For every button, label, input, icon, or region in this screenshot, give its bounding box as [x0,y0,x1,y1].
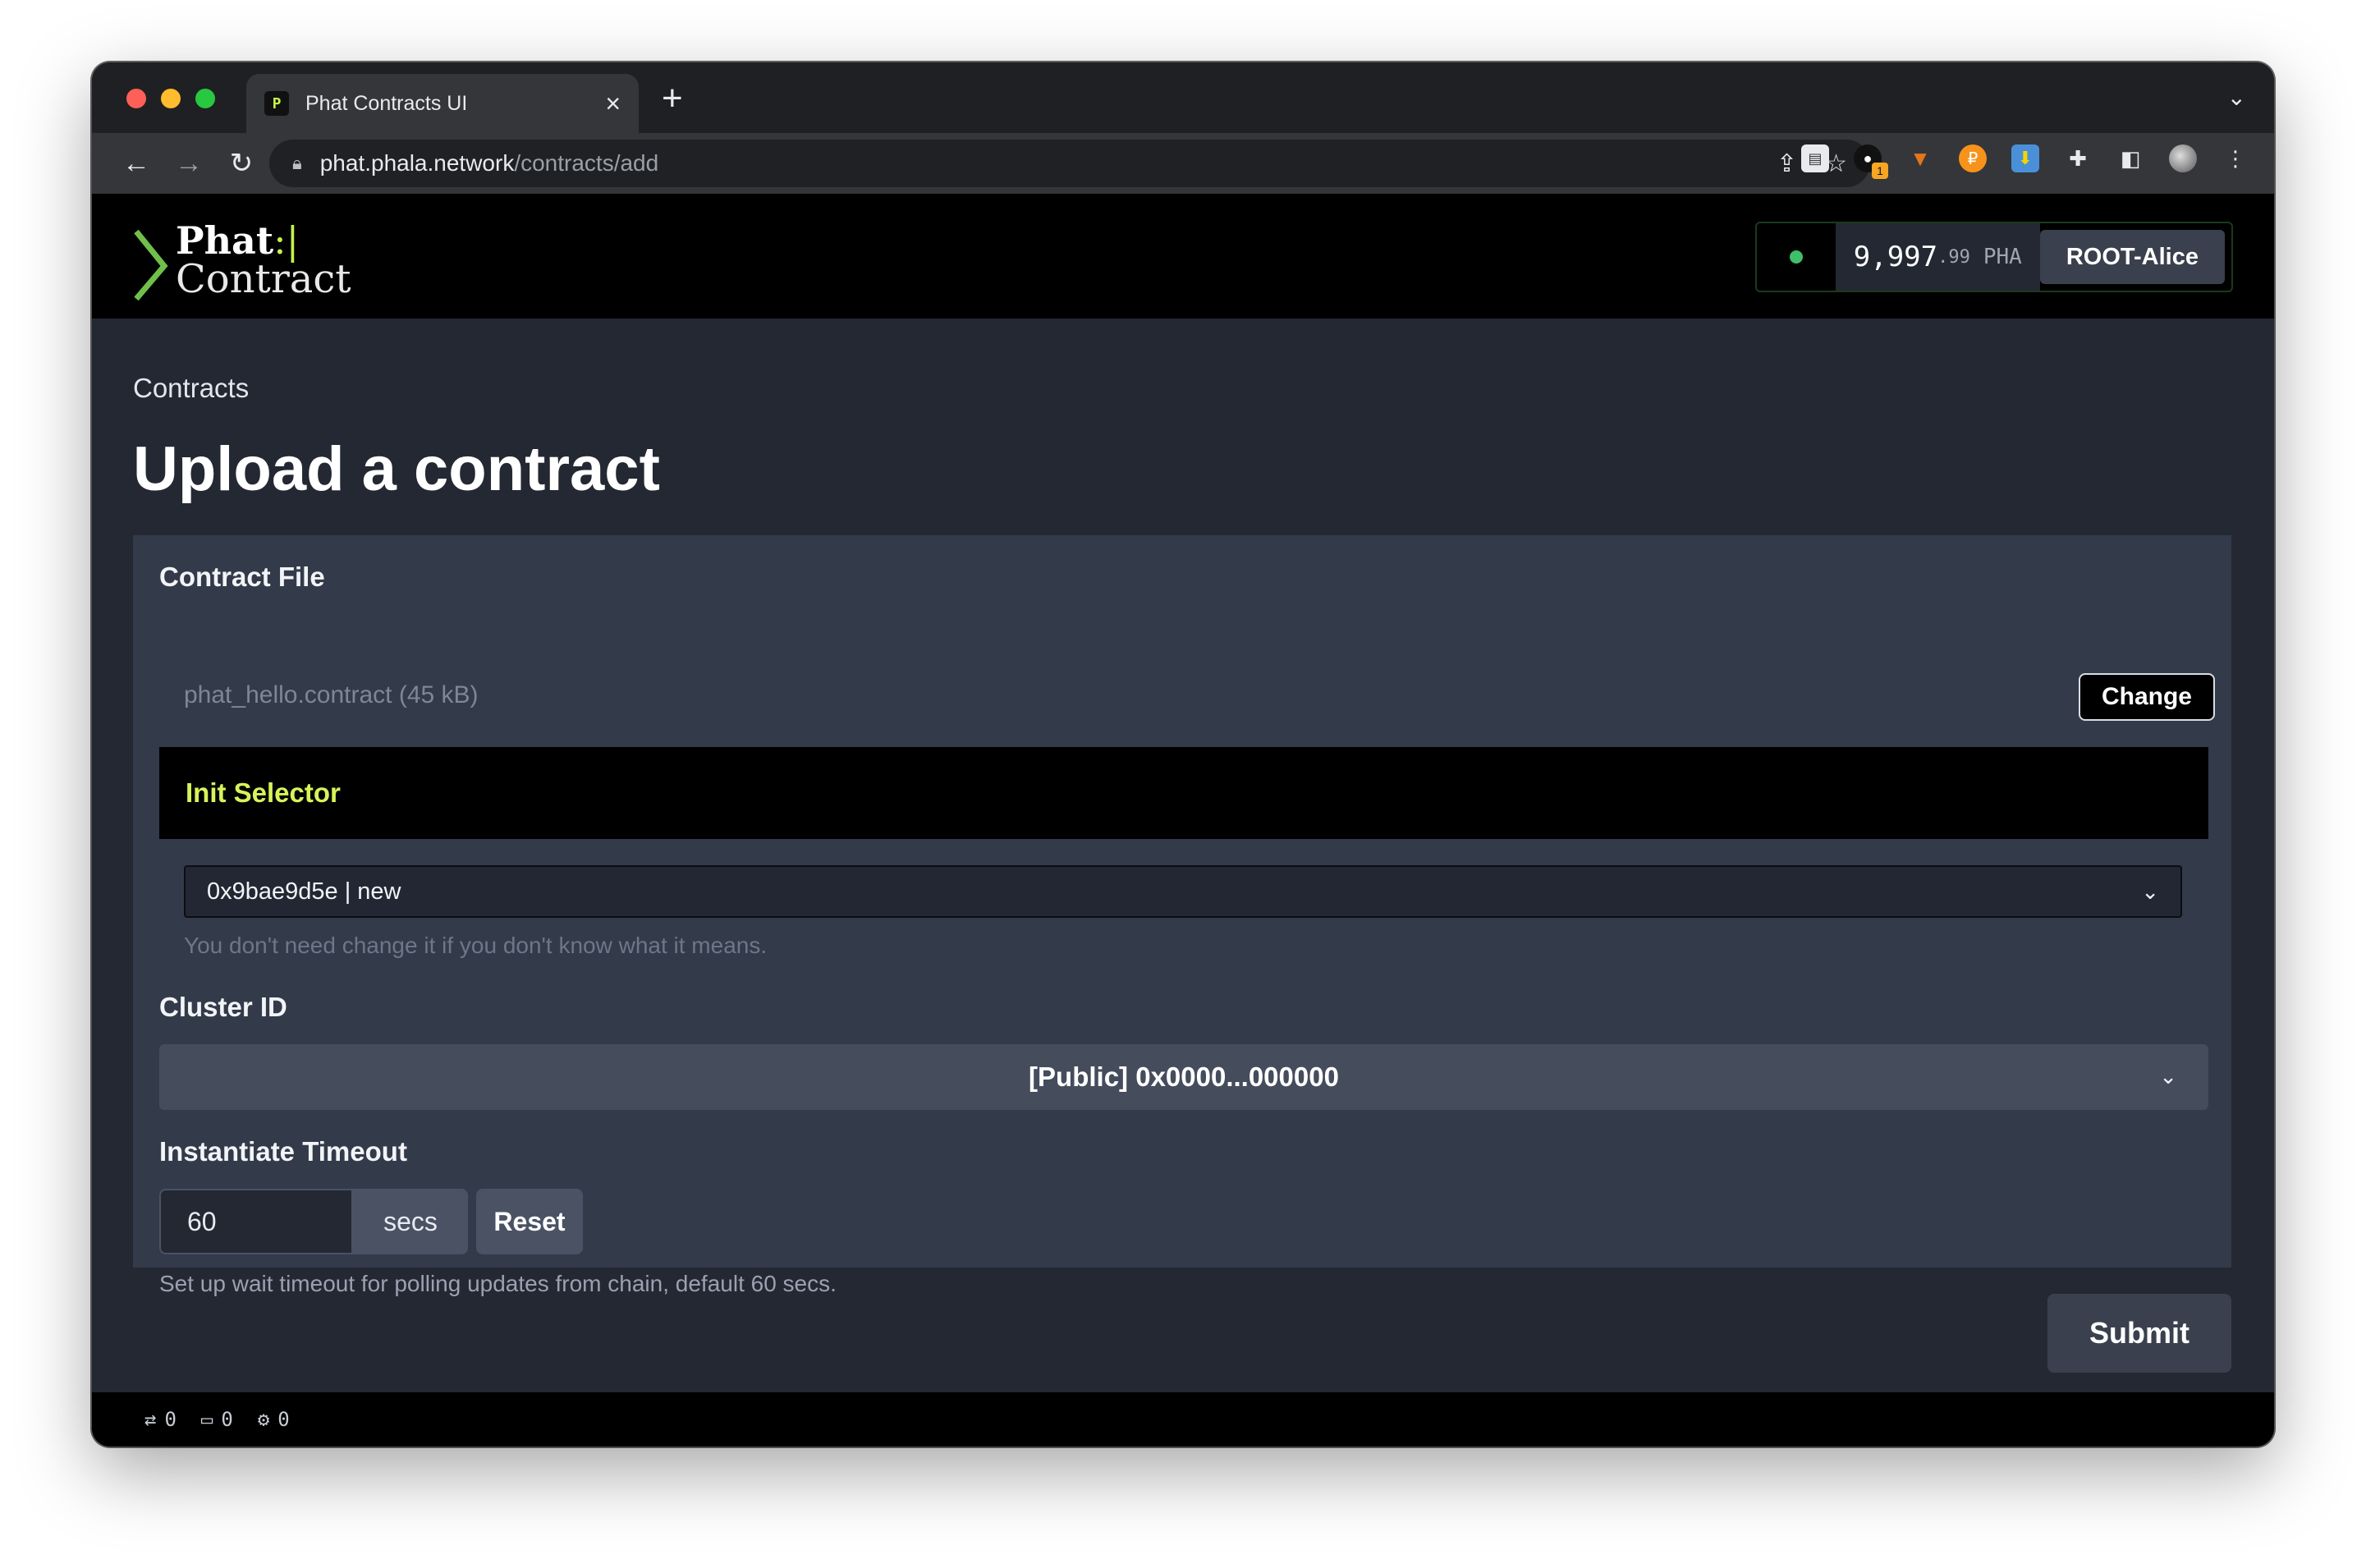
balance-integer: 9,997 [1853,241,1938,273]
phat-contract-logo[interactable]: Phat:| Contract [131,218,351,302]
timeout-unit-addon: secs [353,1189,468,1254]
extensions-bar: ▤ ● 1 ▼ ₽ ⬇ ✚ ◧ ⋮ [1801,144,2249,179]
transactions-stat[interactable]: ⇄ 0 [144,1408,177,1431]
tab-strip: P Phat Contracts UI × + ⌄ [92,62,2274,133]
balance-display: 9,997.99 PHA [1835,223,2040,291]
messages-stat[interactable]: ▭ 0 [201,1408,233,1431]
events-count: 0 [277,1408,290,1431]
status-bar: ⇄ 0 ▭ 0 ⚙ 0 [92,1392,2274,1447]
coin-extension-icon[interactable]: ₽ [1959,144,1987,172]
reload-icon[interactable]: ↻ [215,147,268,180]
chevron-down-icon: ⌄ [2159,1064,2177,1089]
browser-toolbar: ← → ↻ 🔒︎ phat.phala.network/contracts/ad… [92,133,2274,194]
connection-status-indicator [1757,223,1836,291]
url-host: phat.phala.network [319,150,515,176]
back-arrow-icon[interactable]: ← [110,148,163,180]
share-icon[interactable]: ⇪ [1777,149,1797,178]
logo-chevron-icon [134,229,168,301]
tab-search-chevron-icon[interactable]: ⌄ [2227,84,2246,111]
cluster-id-select[interactable]: [Public] 0x0000...000000 ⌄ [159,1044,2208,1110]
messages-count: 0 [221,1408,233,1431]
balance-decimal: .99 [1937,246,1970,268]
transfer-icon: ⇄ [144,1408,157,1431]
minimize-window-button[interactable] [161,89,181,108]
profile-avatar[interactable] [2169,144,2197,172]
account-widget[interactable]: 9,997.99 PHA ROOT-Alice [1754,222,2233,292]
puzzle-extensions-icon[interactable]: ✚ [2064,144,2092,172]
logo-text-contract: Contract [176,256,351,302]
init-selector-dropdown[interactable]: 0x9bae9d5e | new ⌄ [184,865,2182,918]
tab-title: Phat Contracts UI [305,91,468,115]
breadcrumb[interactable]: Contracts [133,373,249,404]
address-bar[interactable]: 🔒︎ phat.phala.network/contracts/add ⇪ ☆ [269,140,1870,187]
url-text: phat.phala.network/contracts/add [320,150,1749,177]
close-window-button[interactable] [126,89,146,108]
timeout-input[interactable]: 60 [159,1189,353,1254]
side-panel-icon[interactable]: ◧ [2116,144,2144,172]
timeout-input-group: 60 secs Reset [159,1189,583,1254]
contract-file-label: Contract File [159,562,325,592]
cluster-id-value: [Public] 0x0000...000000 [1029,1061,1339,1092]
instantiate-timeout-label: Instantiate Timeout [159,1136,407,1167]
init-selector-help: You don't need change it if you don't kn… [184,933,768,958]
transactions-count: 0 [164,1408,177,1431]
metamask-fox-icon[interactable]: ▼ [1906,144,1934,172]
init-selector-value: 0x9bae9d5e | new [207,878,401,905]
extension-badge: 1 [1872,163,1888,179]
page-title: Upload a contract [133,434,660,504]
init-selector-label: Init Selector [186,777,341,808]
gear-icon: ⚙ [257,1408,270,1431]
app-header: Phat:| Contract 9,997.99 PHA ROOT-Alice [92,194,2274,319]
reset-timeout-button[interactable]: Reset [476,1189,583,1254]
lock-icon[interactable]: 🔒︎ [292,153,302,174]
status-dot-icon [1789,250,1803,264]
timeout-help-text: Set up wait timeout for polling updates … [159,1271,837,1296]
browser-tab[interactable]: P Phat Contracts UI × [246,74,639,133]
init-selector-header[interactable]: Init Selector [159,747,2208,839]
cluster-id-label: Cluster ID [159,992,287,1022]
new-tab-icon[interactable]: + [662,80,683,117]
url-path: /contracts/add [514,150,659,176]
document-extension-icon[interactable]: ▤ [1801,144,1829,172]
phat-favicon-icon: P [264,91,289,116]
maximize-window-button[interactable] [195,89,215,108]
kebab-menu-icon[interactable]: ⋮ [2222,144,2249,172]
close-tab-icon[interactable]: × [605,90,621,117]
account-name-button[interactable]: ROOT-Alice [2039,230,2225,284]
upload-form-panel: Contract File phat_hello.contract (45 kB… [133,535,2231,1296]
change-file-button[interactable]: Change [2079,673,2215,721]
submit-button[interactable]: Submit [2047,1294,2231,1373]
events-stat[interactable]: ⚙ 0 [258,1408,290,1431]
browser-window: P Phat Contracts UI × + ⌄ ← → ↻ 🔒︎ phat.… [92,62,2274,1447]
window-controls [126,89,215,108]
contract-file-name: phat_hello.contract (45 kB) [184,681,479,708]
github-extension-icon[interactable]: ● 1 [1854,144,1888,179]
download-extension-icon[interactable]: ⬇ [2011,144,2039,172]
balance-unit: PHA [1983,245,2022,269]
forward-arrow-icon[interactable]: → [163,148,215,180]
message-icon: ▭ [200,1408,213,1431]
chevron-down-icon: ⌄ [2141,878,2159,904]
